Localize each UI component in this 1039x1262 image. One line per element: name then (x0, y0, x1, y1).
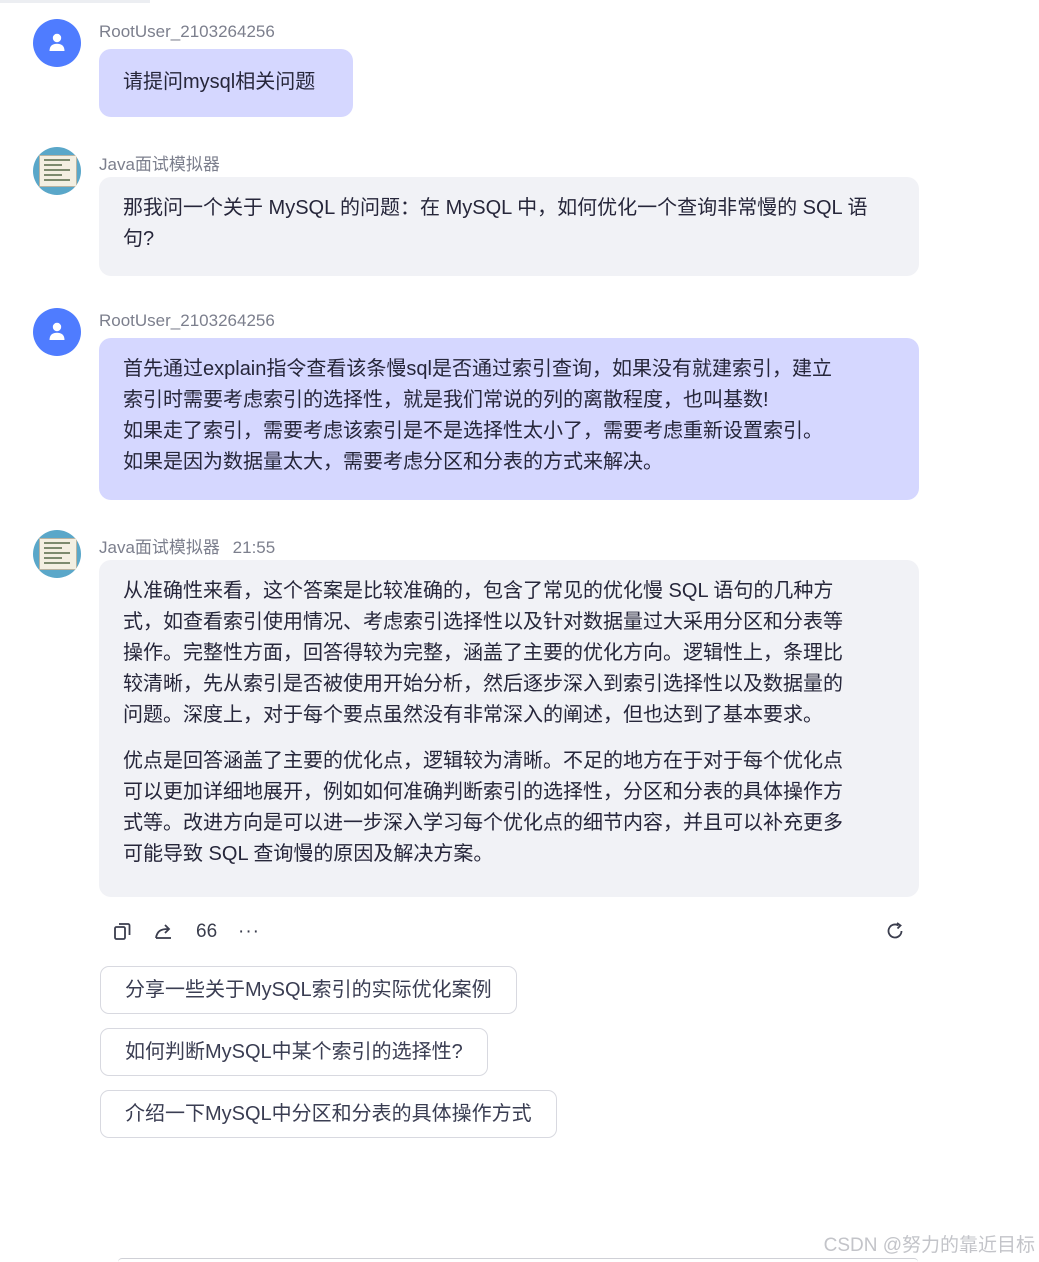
message-text-line: 索引时需要考虑索引的选择性，就是我们常说的列的离散程度，也叫基数! (123, 389, 769, 411)
message-text-line: 如果走了索引，需要考虑该索引是不是选择性太小了，需要考虑重新设置索引。 (123, 420, 823, 442)
refresh-icon (887, 922, 903, 939)
bot-avatar-image (39, 155, 77, 187)
sender-name: Java面试模拟器 21:55 (99, 533, 275, 558)
user-avatar-icon (49, 33, 65, 51)
top-divider (0, 0, 150, 3)
message-text: 请提问mysql相关问题 (123, 71, 316, 93)
message-time: 21:55 (232, 538, 276, 557)
message-text-line: 较清晰，先从索引是否被使用开始分析，然后逐步深入到索引选择性以及数据量的 (123, 673, 843, 695)
share-button[interactable] (153, 920, 177, 944)
suggestion-chip[interactable]: 介绍一下MySQL中分区和分表的具体操作方式 (100, 1090, 557, 1138)
sender-name: Java面试模拟器 (99, 155, 220, 174)
bot-avatar[interactable] (33, 147, 81, 195)
sender-name-text: Java面试模拟器 (99, 538, 220, 557)
message-text-line: 从准确性来看，这个答案是比较准确的，包含了常见的优化慢 SQL 语句的几种方 (123, 580, 834, 602)
user-avatar-icon (49, 322, 65, 340)
suggestion-chip[interactable]: 分享一些关于MySQL索引的实际优化案例 (100, 966, 517, 1014)
message-text-line: 问题。深度上，对于每个要点虽然没有非常深入的阐述，但也达到了基本要求。 (123, 704, 823, 726)
message-text-line: 可以更加详细地展开，例如如何准确判断索引的选择性，分区和分表的具体操作方 (123, 781, 843, 803)
user-avatar[interactable] (33, 19, 81, 67)
more-button[interactable]: ··· (238, 920, 268, 944)
message-bubble: 请提问mysql相关问题 (99, 49, 353, 117)
bot-avatar[interactable] (33, 530, 81, 578)
message-text-line: 式等。改进方向是可以进一步深入学习每个优化点的细节内容，并且可以补充更多 (123, 812, 843, 834)
input-box-edge (118, 1258, 918, 1262)
message-text-line: 首先通过explain指令查看该条慢sql是否通过索引查询，如果没有就建索引，建… (123, 358, 832, 380)
user-avatar[interactable] (33, 308, 81, 356)
copy-button[interactable] (111, 920, 135, 944)
copy-icon (114, 923, 131, 940)
quote-button[interactable]: 66 (196, 920, 226, 944)
watermark: CSDN @努力的靠近目标 (823, 1235, 1035, 1256)
message-text-line: 操作。完整性方面，回答得较为完整，涵盖了主要的优化方向。逻辑性上，条理比 (123, 642, 843, 664)
message-paragraph: 优点是回答涵盖了主要的优化点，逻辑较为清晰。不足的地方在于对于每个优化点 可以更… (123, 746, 895, 870)
message-text-line: 式，如查看索引使用情况、考虑索引选择性以及针对数据量过大采用分区和分表等 (123, 611, 843, 633)
message-bubble: 首先通过explain指令查看该条慢sql是否通过索引查询，如果没有就建索引，建… (99, 338, 919, 500)
message-bubble: 从准确性来看，这个答案是比较准确的，包含了常见的优化慢 SQL 语句的几种方 式… (99, 560, 919, 897)
message-paragraph: 从准确性来看，这个答案是比较准确的，包含了常见的优化慢 SQL 语句的几种方 式… (123, 576, 895, 731)
suggestion-chip[interactable]: 如何判断MySQL中某个索引的选择性? (100, 1028, 488, 1076)
regenerate-button[interactable] (884, 920, 908, 944)
bot-avatar-image (39, 538, 77, 570)
share-icon (155, 924, 171, 939)
message-text-line: 如果是因为数据量太大，需要考虑分区和分表的方式来解决。 (123, 451, 663, 473)
message-action-bar: 66 ··· (0, 912, 1039, 952)
sender-name: RootUser_2103264256 (99, 22, 275, 41)
message-text-line: 可能导致 SQL 查询慢的原因及解决方案。 (123, 843, 494, 865)
sender-name: RootUser_2103264256 (99, 311, 275, 330)
message-text-line: 句? (123, 228, 155, 250)
message-text-line: 那我问一个关于 MySQL 的问题：在 MySQL 中，如何优化一个查询非常慢的… (123, 197, 868, 219)
message-bubble: 那我问一个关于 MySQL 的问题：在 MySQL 中，如何优化一个查询非常慢的… (99, 177, 919, 276)
message-text-line: 优点是回答涵盖了主要的优化点，逻辑较为清晰。不足的地方在于对于每个优化点 (123, 750, 843, 772)
